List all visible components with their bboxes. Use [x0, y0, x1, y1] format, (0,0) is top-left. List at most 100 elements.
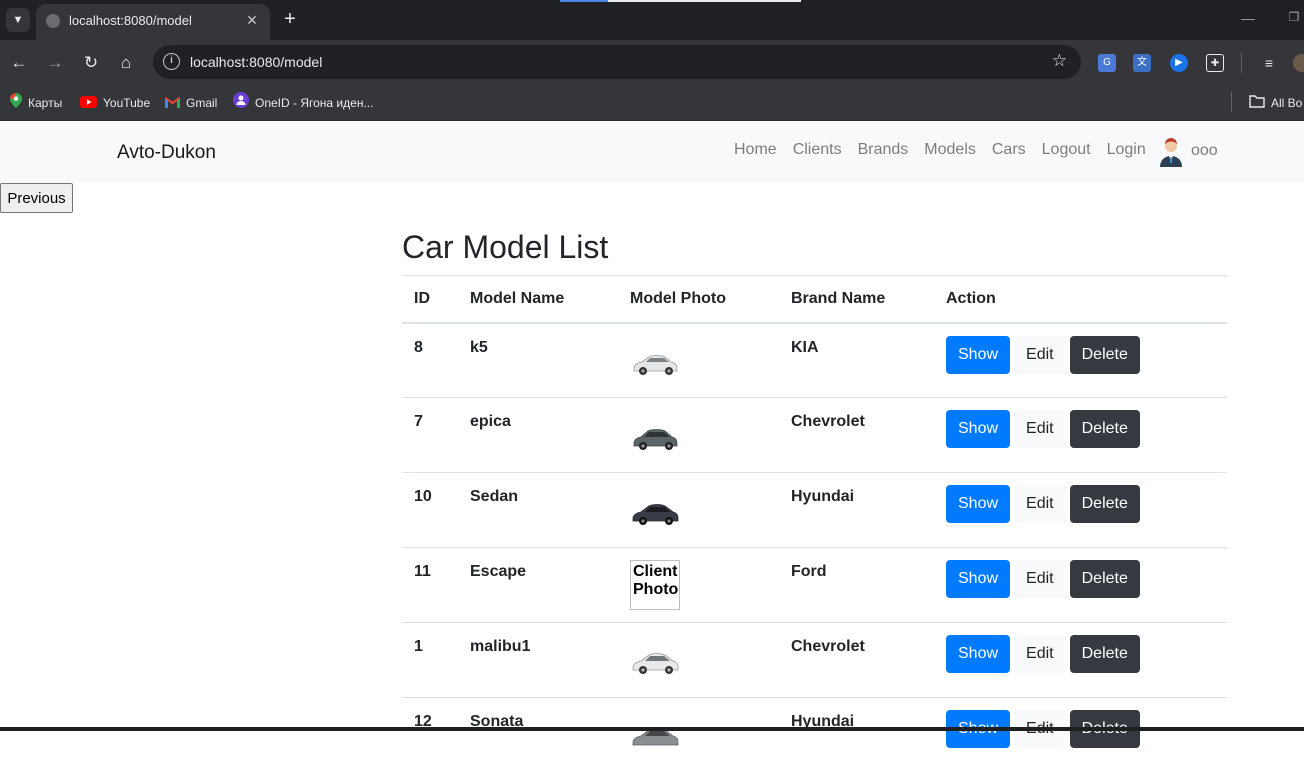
- cell-photo: [618, 622, 779, 698]
- nav-logout[interactable]: Logout: [1034, 140, 1099, 164]
- edit-button[interactable]: Edit: [1014, 635, 1066, 673]
- car-photo: [633, 429, 678, 450]
- table-header-row: ID Model Name Model Photo Brand Name Act…: [402, 275, 1227, 324]
- cell-brand-name: Hyundai: [779, 472, 934, 548]
- cell-id: 12: [402, 697, 458, 773]
- info-icon[interactable]: i: [163, 53, 180, 70]
- nav-clients[interactable]: Clients: [785, 140, 850, 164]
- restore-button[interactable]: ❐: [1284, 10, 1304, 30]
- delete-button[interactable]: Delete: [1069, 485, 1140, 523]
- cell-actions: ShowEditDelete: [934, 697, 1227, 773]
- delete-button[interactable]: Delete: [1069, 635, 1140, 673]
- edit-button[interactable]: Edit: [1014, 485, 1066, 523]
- cell-brand-name: KIA: [779, 322, 934, 398]
- cell-photo: [618, 397, 779, 473]
- close-icon[interactable]: ✕: [242, 10, 262, 30]
- nav-brands[interactable]: Brands: [850, 140, 917, 164]
- cell-model-name: epica: [458, 397, 618, 473]
- site-navbar: Avto-Dukon Home Clients Brands Models Ca…: [0, 121, 1304, 183]
- home-button[interactable]: ⌂: [114, 51, 138, 75]
- table-row: 10 Sedan Hyundai Show Edit Delete: [402, 472, 1227, 548]
- cell-actions: ShowEditDelete: [934, 547, 1227, 623]
- cell-brand-name: Ford: [779, 547, 934, 623]
- car-photo: [632, 504, 679, 525]
- nav-home[interactable]: Home: [726, 140, 785, 164]
- video-extension-icon[interactable]: ▶: [1170, 54, 1188, 72]
- divider: [608, 0, 801, 2]
- divider: [1231, 92, 1232, 112]
- address-bar[interactable]: i localhost:8080/model ☆: [153, 45, 1081, 79]
- show-button[interactable]: Show: [946, 410, 1011, 448]
- reload-button[interactable]: ↻: [79, 51, 103, 75]
- forward-button[interactable]: →: [43, 51, 67, 75]
- bookmark-maps[interactable]: Карты: [10, 92, 62, 114]
- cell-photo: [618, 472, 779, 548]
- column-header-model-name: Model Name: [458, 275, 618, 324]
- site-brand[interactable]: Avto-Dukon: [117, 142, 216, 164]
- bookmark-label: Gmail: [186, 96, 218, 110]
- bookmark-oneid[interactable]: OneID - Ягона иден...: [233, 92, 373, 114]
- tab-search-button[interactable]: ▼: [6, 8, 30, 32]
- back-button[interactable]: ←: [7, 51, 31, 75]
- cell-model-name: k5: [458, 322, 618, 398]
- edit-button[interactable]: Edit: [1014, 560, 1066, 598]
- address-url[interactable]: localhost:8080/model: [190, 54, 322, 70]
- bookmark-youtube[interactable]: YouTube: [80, 92, 150, 114]
- folder-icon: [1249, 93, 1265, 115]
- minimize-button[interactable]: —: [1238, 10, 1258, 30]
- column-header-id: ID: [402, 275, 458, 324]
- cell-id: 8: [402, 322, 458, 398]
- nav-models[interactable]: Models: [916, 140, 984, 164]
- new-tab-button[interactable]: +: [278, 8, 302, 32]
- profile-avatar-icon[interactable]: [1293, 54, 1304, 72]
- cell-actions: ShowEditDelete: [934, 322, 1227, 398]
- delete-button[interactable]: Delete: [1069, 560, 1140, 598]
- edit-button[interactable]: Edit: [1014, 335, 1066, 374]
- column-header-action: Action: [934, 275, 1227, 324]
- user-avatar[interactable]: [1157, 137, 1185, 167]
- cell-actions: ShowEditDelete: [934, 472, 1227, 548]
- divider: [560, 0, 608, 2]
- cell-photo: [618, 322, 779, 398]
- cell-id: 7: [402, 397, 458, 473]
- star-icon[interactable]: ☆: [1052, 51, 1067, 71]
- translate-extension-icon[interactable]: 文: [1133, 54, 1151, 72]
- previous-button[interactable]: Previous: [0, 183, 73, 213]
- divider: [1241, 53, 1242, 73]
- all-bookmarks[interactable]: All Bo: [1249, 92, 1302, 114]
- cell-id: 1: [402, 622, 458, 698]
- car-photo: [633, 354, 678, 375]
- browser-toolbar: ← → ↻ ⌂ i localhost:8080/model ☆ G 文 ▶ ✚…: [0, 40, 1304, 86]
- bookmark-label: Карты: [28, 96, 63, 110]
- show-button[interactable]: Show: [946, 485, 1011, 523]
- broken-image: Client Photo: [630, 560, 680, 610]
- bookmarks-bar: Карты YouTube Gmail OneID - Ягона иден..…: [0, 86, 1304, 121]
- edit-button[interactable]: Edit: [1014, 410, 1066, 448]
- show-button[interactable]: Show: [946, 635, 1011, 673]
- table-row: 1 malibu1 Chevrolet Show Edit Delete: [402, 622, 1227, 698]
- cell-photo: Client Photo: [618, 547, 779, 623]
- nav-login[interactable]: Login: [1099, 140, 1154, 164]
- youtube-icon: [80, 93, 97, 115]
- show-button[interactable]: Show: [946, 560, 1011, 598]
- cell-brand-name: Chevrolet: [779, 622, 934, 698]
- cell-brand-name: Chevrolet: [779, 397, 934, 473]
- extensions-icon[interactable]: ✚: [1206, 54, 1224, 72]
- delete-button[interactable]: Delete: [1069, 410, 1140, 448]
- nav-links: Home Clients Brands Models Cars Logout L…: [726, 140, 1154, 164]
- oneid-icon: [233, 92, 249, 115]
- nav-cars[interactable]: Cars: [984, 140, 1034, 164]
- delete-button[interactable]: Delete: [1069, 335, 1140, 374]
- translate-icon[interactable]: G: [1098, 54, 1116, 72]
- bookmark-gmail[interactable]: Gmail: [165, 92, 217, 114]
- tab-title: localhost:8080/model: [69, 13, 192, 28]
- browser-tab[interactable]: localhost:8080/model ✕: [36, 4, 270, 40]
- column-header-brand-name: Brand Name: [779, 275, 934, 324]
- show-button[interactable]: Show: [946, 335, 1011, 374]
- table-row: 11 Escape Client Photo Ford Show Edit Dele…: [402, 547, 1227, 623]
- gmail-icon: [165, 93, 180, 115]
- username[interactable]: ooo: [1191, 142, 1218, 160]
- browser-tab-bar: ▼ localhost:8080/model ✕ + — ❐: [0, 0, 1304, 40]
- maps-pin-icon: [10, 92, 22, 115]
- reading-list-icon[interactable]: ≡: [1260, 54, 1278, 72]
